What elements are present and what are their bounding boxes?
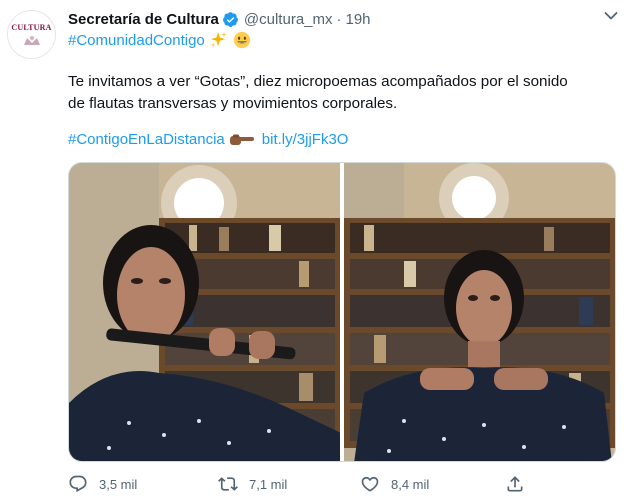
share-button[interactable] — [505, 474, 525, 494]
like-count: 8,4 mil — [391, 476, 430, 492]
hashtag-link-2[interactable]: #ContigoEnLaDistancia — [68, 131, 225, 148]
display-name[interactable]: Secretaría de Cultura — [68, 11, 219, 28]
avatar[interactable]: CULTURA — [7, 10, 56, 59]
smiling-face-emoji — [233, 31, 250, 49]
retweet-button[interactable]: 7,1 mil — [218, 474, 287, 494]
reply-icon — [69, 475, 87, 493]
account-handle[interactable]: @cultura_mx — [244, 11, 333, 28]
share-icon — [507, 476, 523, 492]
chevron-down-icon[interactable] — [604, 11, 618, 21]
tweet-timestamp[interactable]: 19h — [346, 11, 371, 28]
cultura-logo-icon — [23, 36, 40, 45]
hashtag-line: #ComunidadContigo — [68, 31, 251, 49]
tweet-header: Secretaría de Cultura @cultura_mx · 19h — [68, 9, 610, 29]
photo-flute-player[interactable] — [69, 163, 340, 461]
pointing-right-hand-emoji — [229, 134, 254, 145]
links-line: #ContigoEnLaDistancia bit.ly/3jjFk3O — [68, 131, 348, 148]
tweet-text: Te invitamos a ver “Gotas”, diez micropo… — [68, 73, 568, 112]
photo-dancer[interactable] — [344, 163, 615, 461]
verified-badge-icon — [222, 11, 238, 27]
reply-count: 3,5 mil — [99, 476, 138, 492]
separator-dot: · — [336, 10, 342, 28]
short-link[interactable]: bit.ly/3jjFk3O — [262, 131, 349, 148]
like-button[interactable]: 8,4 mil — [360, 474, 429, 494]
action-bar: 3,5 mil 7,1 mil 8,4 mil — [68, 474, 528, 496]
dancer-image — [344, 163, 615, 461]
retweet-icon — [218, 477, 238, 491]
reply-button[interactable]: 3,5 mil — [68, 474, 137, 494]
sparkles-emoji — [210, 31, 227, 48]
flute-player-image — [69, 163, 340, 461]
avatar-logo-text: CULTURA — [11, 23, 52, 32]
media-grid — [68, 162, 616, 462]
heart-icon — [361, 476, 379, 492]
retweet-count: 7,1 mil — [249, 476, 288, 492]
tweet-card[interactable]: CULTURA Secretaría de Cultura @cultura_m… — [0, 0, 630, 502]
hashtag-link[interactable]: #ComunidadContigo — [68, 32, 205, 49]
